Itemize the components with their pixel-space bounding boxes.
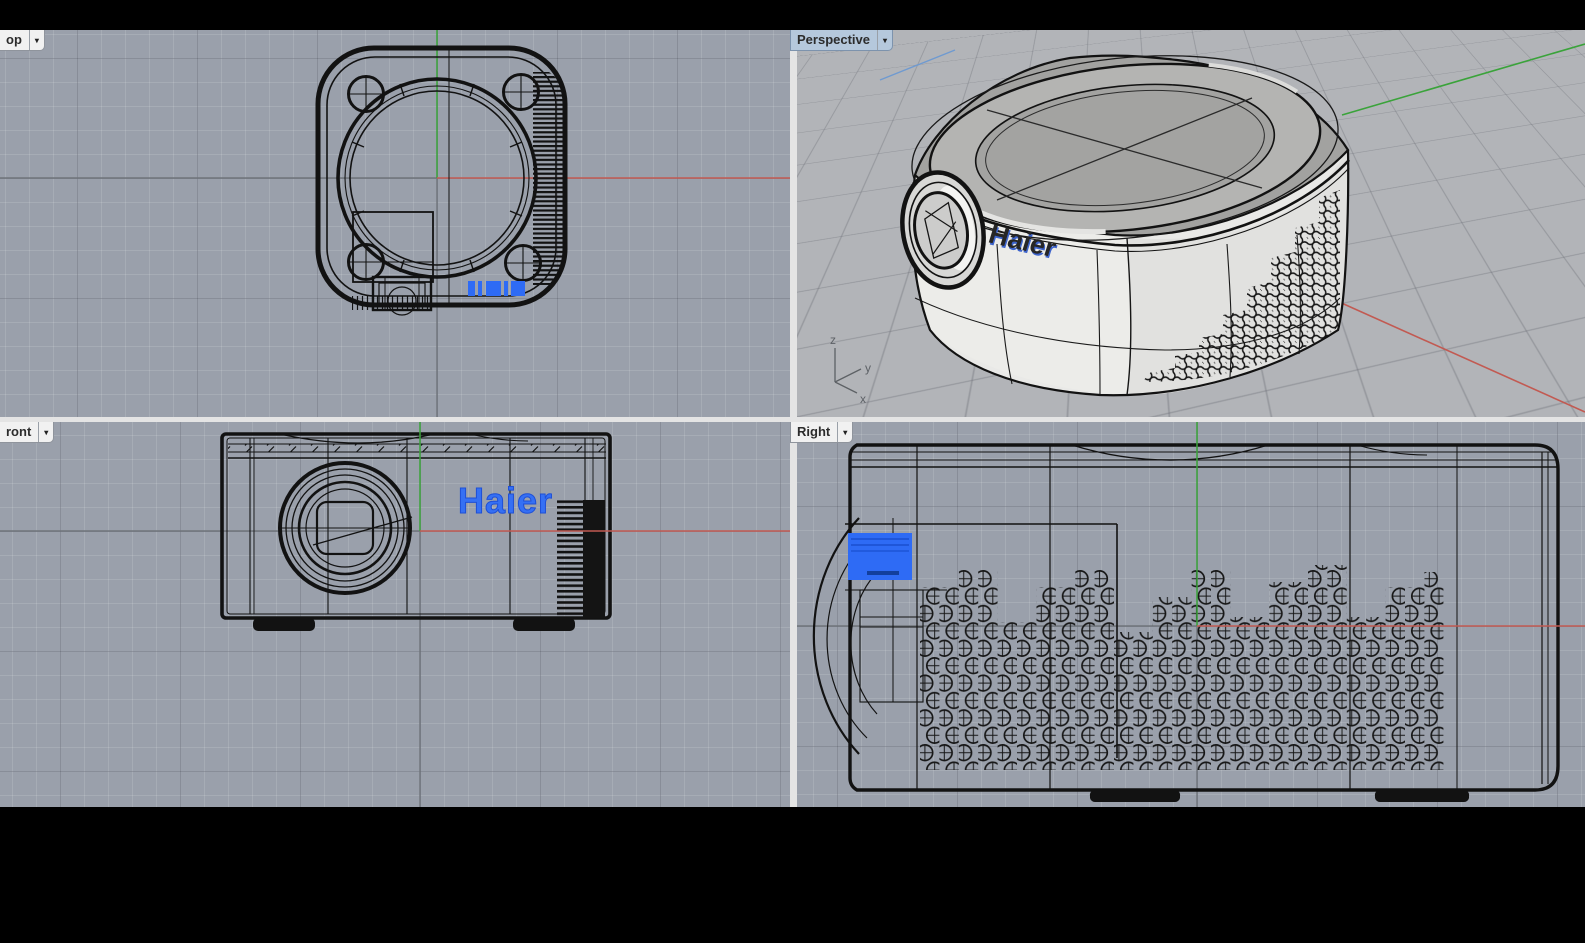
brand-logo-front-selected: Haier: [458, 480, 553, 521]
viewport-perspective[interactable]: Haier Haier z y x: [797, 30, 1585, 417]
rhino-cad-window: Haier Haier z y x: [0, 0, 1585, 943]
selected-part-right: [848, 533, 912, 580]
axis-gizmo: z y x: [830, 333, 871, 406]
chevron-down-icon[interactable]: ▾: [837, 422, 852, 442]
bottom-black-bar: [0, 807, 1585, 943]
front-view-wireframe: Haier: [0, 422, 790, 807]
viewport-tab-front-label: ront: [0, 422, 38, 442]
viewport-tab-front[interactable]: ront ▾: [0, 422, 54, 443]
viewport-tab-perspective-label: Perspective: [791, 30, 877, 50]
gizmo-y-label: y: [865, 361, 871, 375]
viewport-tab-right-label: Right: [791, 422, 837, 442]
selected-logo-top: [468, 281, 525, 296]
right-view-wireframe: [797, 422, 1585, 807]
viewport-tab-top-label: op: [0, 30, 29, 50]
gizmo-x-label: x: [860, 392, 866, 406]
gizmo-z-label: z: [830, 333, 836, 347]
top-view-wireframe: [0, 30, 790, 417]
top-black-bar: [0, 0, 1585, 30]
perspective-shaded-model: Haier Haier z y x: [797, 30, 1585, 417]
viewport-front[interactable]: Haier: [0, 422, 790, 807]
viewport-top[interactable]: [0, 30, 790, 417]
chevron-down-icon[interactable]: ▾: [877, 30, 892, 50]
chevron-down-icon[interactable]: ▾: [38, 422, 53, 442]
viewport-tab-top[interactable]: op ▾: [0, 30, 45, 51]
viewport-right[interactable]: [797, 422, 1585, 807]
chevron-down-icon[interactable]: ▾: [29, 30, 44, 50]
viewport-tab-perspective[interactable]: Perspective ▾: [790, 30, 893, 51]
viewport-tab-right[interactable]: Right ▾: [790, 422, 853, 443]
